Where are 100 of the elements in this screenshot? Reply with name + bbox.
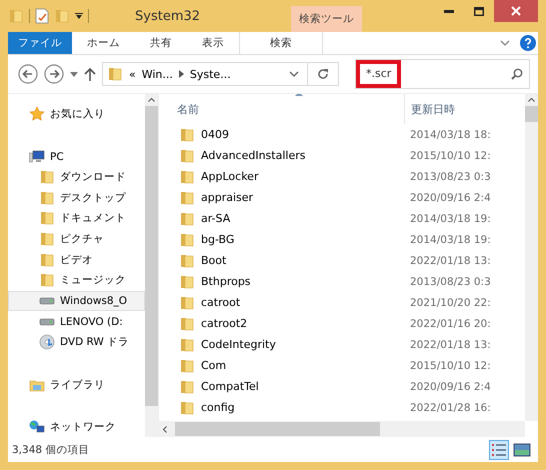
file-name[interactable]: catroot [201,296,240,309]
close-icon[interactable] [511,6,521,16]
folder-icon [179,252,195,268]
folder-icon [179,358,195,374]
sidebar-item[interactable]: ドキュメント [8,208,145,229]
computer-icon [29,148,45,165]
help-icon[interactable] [520,35,536,51]
modified-date: 2013/08/23 0:3 [409,276,491,288]
file-name[interactable]: 0409 [201,128,229,141]
star-icon [29,106,45,122]
modified-date: 2022/01/16 20: [409,318,491,330]
folder-icon [39,190,55,206]
chevron-down-icon[interactable] [500,40,510,46]
folder-icon [179,190,195,206]
sidebar-item[interactable]: PC [8,146,145,167]
scroll-up-icon[interactable] [148,98,155,102]
file-name[interactable]: config [201,401,235,414]
file-name[interactable]: CompatTel [201,380,259,393]
column-header[interactable]: 更新日時 [404,94,455,124]
sidebar-item[interactable]: ビデオ [8,249,145,270]
modified-date: 2022/01/18 13: [409,254,491,266]
search-icon[interactable] [511,68,523,80]
sidebar-item[interactable]: DVD RW ドラ [8,332,145,353]
sidebar-item[interactable]: Windows8_O [8,290,145,312]
modified-date: 2014/03/18 19: [409,212,491,224]
maximize-icon[interactable] [474,6,484,16]
scroll-left-icon[interactable] [163,426,167,432]
column-header[interactable]: 名前 [177,102,199,116]
file-name[interactable]: catroot2 [201,317,248,330]
ribbon-tab[interactable]: 表示 [187,32,239,54]
folder-icon [39,231,55,248]
scroll-up-icon[interactable] [528,98,535,102]
scrollbar-thumb[interactable] [525,106,538,122]
sidebar-item[interactable]: ピクチャ [8,228,145,250]
ribbon-tab[interactable]: 検索 [239,32,323,54]
properties-icon[interactable] [35,8,49,24]
sidebar-item[interactable]: ミュージック [8,270,145,291]
modified-date: 2022/01/28 16: [409,402,491,414]
sidebar-item[interactable]: お気に入り [8,104,145,125]
ribbon-tab[interactable]: ファイル [8,32,72,54]
disc-icon [39,334,55,350]
folder-icon [179,336,195,352]
file-name[interactable]: bg-BG [201,233,234,246]
search-field[interactable]: *.scr [355,59,530,89]
breadcrumb[interactable]: Win... [142,68,173,80]
dropdown-icon[interactable] [70,72,78,76]
scrollbar-thumb[interactable] [175,422,380,436]
file-name[interactable]: CodeIntegrity [201,338,276,351]
breadcrumb-overflow[interactable]: « [129,68,136,80]
modified-date: 2015/10/10 12: [409,150,491,162]
modified-date: 2015/10/10 12: [409,360,491,372]
item-count: 3,348 個の項目 [12,443,90,457]
forward-icon[interactable] [44,64,64,84]
sidebar-item[interactable]: デスクトップ [8,188,145,208]
folder-icon [39,210,55,226]
back-icon[interactable] [18,64,38,84]
folder-icon [179,316,195,332]
folder-icon [179,232,195,248]
breadcrumb[interactable]: Syste... [190,68,231,80]
address-bar[interactable]: « Win... Syste... [102,62,308,86]
scrollbar[interactable] [525,94,538,421]
folder-icon [179,378,195,394]
file-name[interactable]: AppLocker [201,170,258,183]
up-arrow-icon[interactable] [84,67,96,81]
new-folder-icon [54,8,70,24]
folder-icon [39,272,55,288]
modified-date: 2013/08/23 0:3 [409,170,491,182]
sidebar-item[interactable]: ネットワーク [8,416,145,437]
modified-date: 2014/03/18 18: [409,128,491,140]
file-name[interactable]: Boot [201,254,226,267]
sidebar-item[interactable]: ダウンロード [8,166,145,188]
folder-icon [179,126,195,142]
horizontal-scrollbar[interactable] [159,421,525,437]
modified-date: 2022/01/18 13: [409,338,491,350]
file-name[interactable]: appraiser [201,191,254,204]
refresh-icon[interactable] [317,68,329,80]
folder-icon [8,8,24,24]
modified-date: 2021/10/20 22: [409,296,491,308]
refresh-button[interactable] [308,62,339,86]
modified-date: 2020/09/16 2:4 [409,192,491,204]
ribbon-tab[interactable]: ホーム [72,32,135,54]
file-name[interactable]: ar-SA [201,212,230,225]
window-title: System32 [135,8,202,24]
file-name[interactable]: AdvancedInstallers [201,149,306,162]
details-view-button[interactable] [489,440,509,460]
file-name[interactable]: Com [201,359,226,372]
close-button[interactable] [494,0,538,22]
ribbon-tab[interactable]: 共有 [135,32,187,54]
sidebar-item[interactable]: ライブラリ [8,374,145,395]
minimize-icon[interactable] [444,10,454,12]
folder-icon [179,274,195,290]
file-name[interactable]: Bthprops [201,275,251,288]
folder-icon [39,252,55,268]
network-icon [29,418,45,435]
sidebar-item[interactable]: LENOVO (D: [8,311,145,332]
modified-date: 2020/09/16 2:4 [409,380,491,392]
folder-icon [107,66,123,82]
chevron-right-icon[interactable] [178,70,184,78]
dropdown-icon[interactable] [75,13,83,19]
folder-icon [179,400,195,416]
